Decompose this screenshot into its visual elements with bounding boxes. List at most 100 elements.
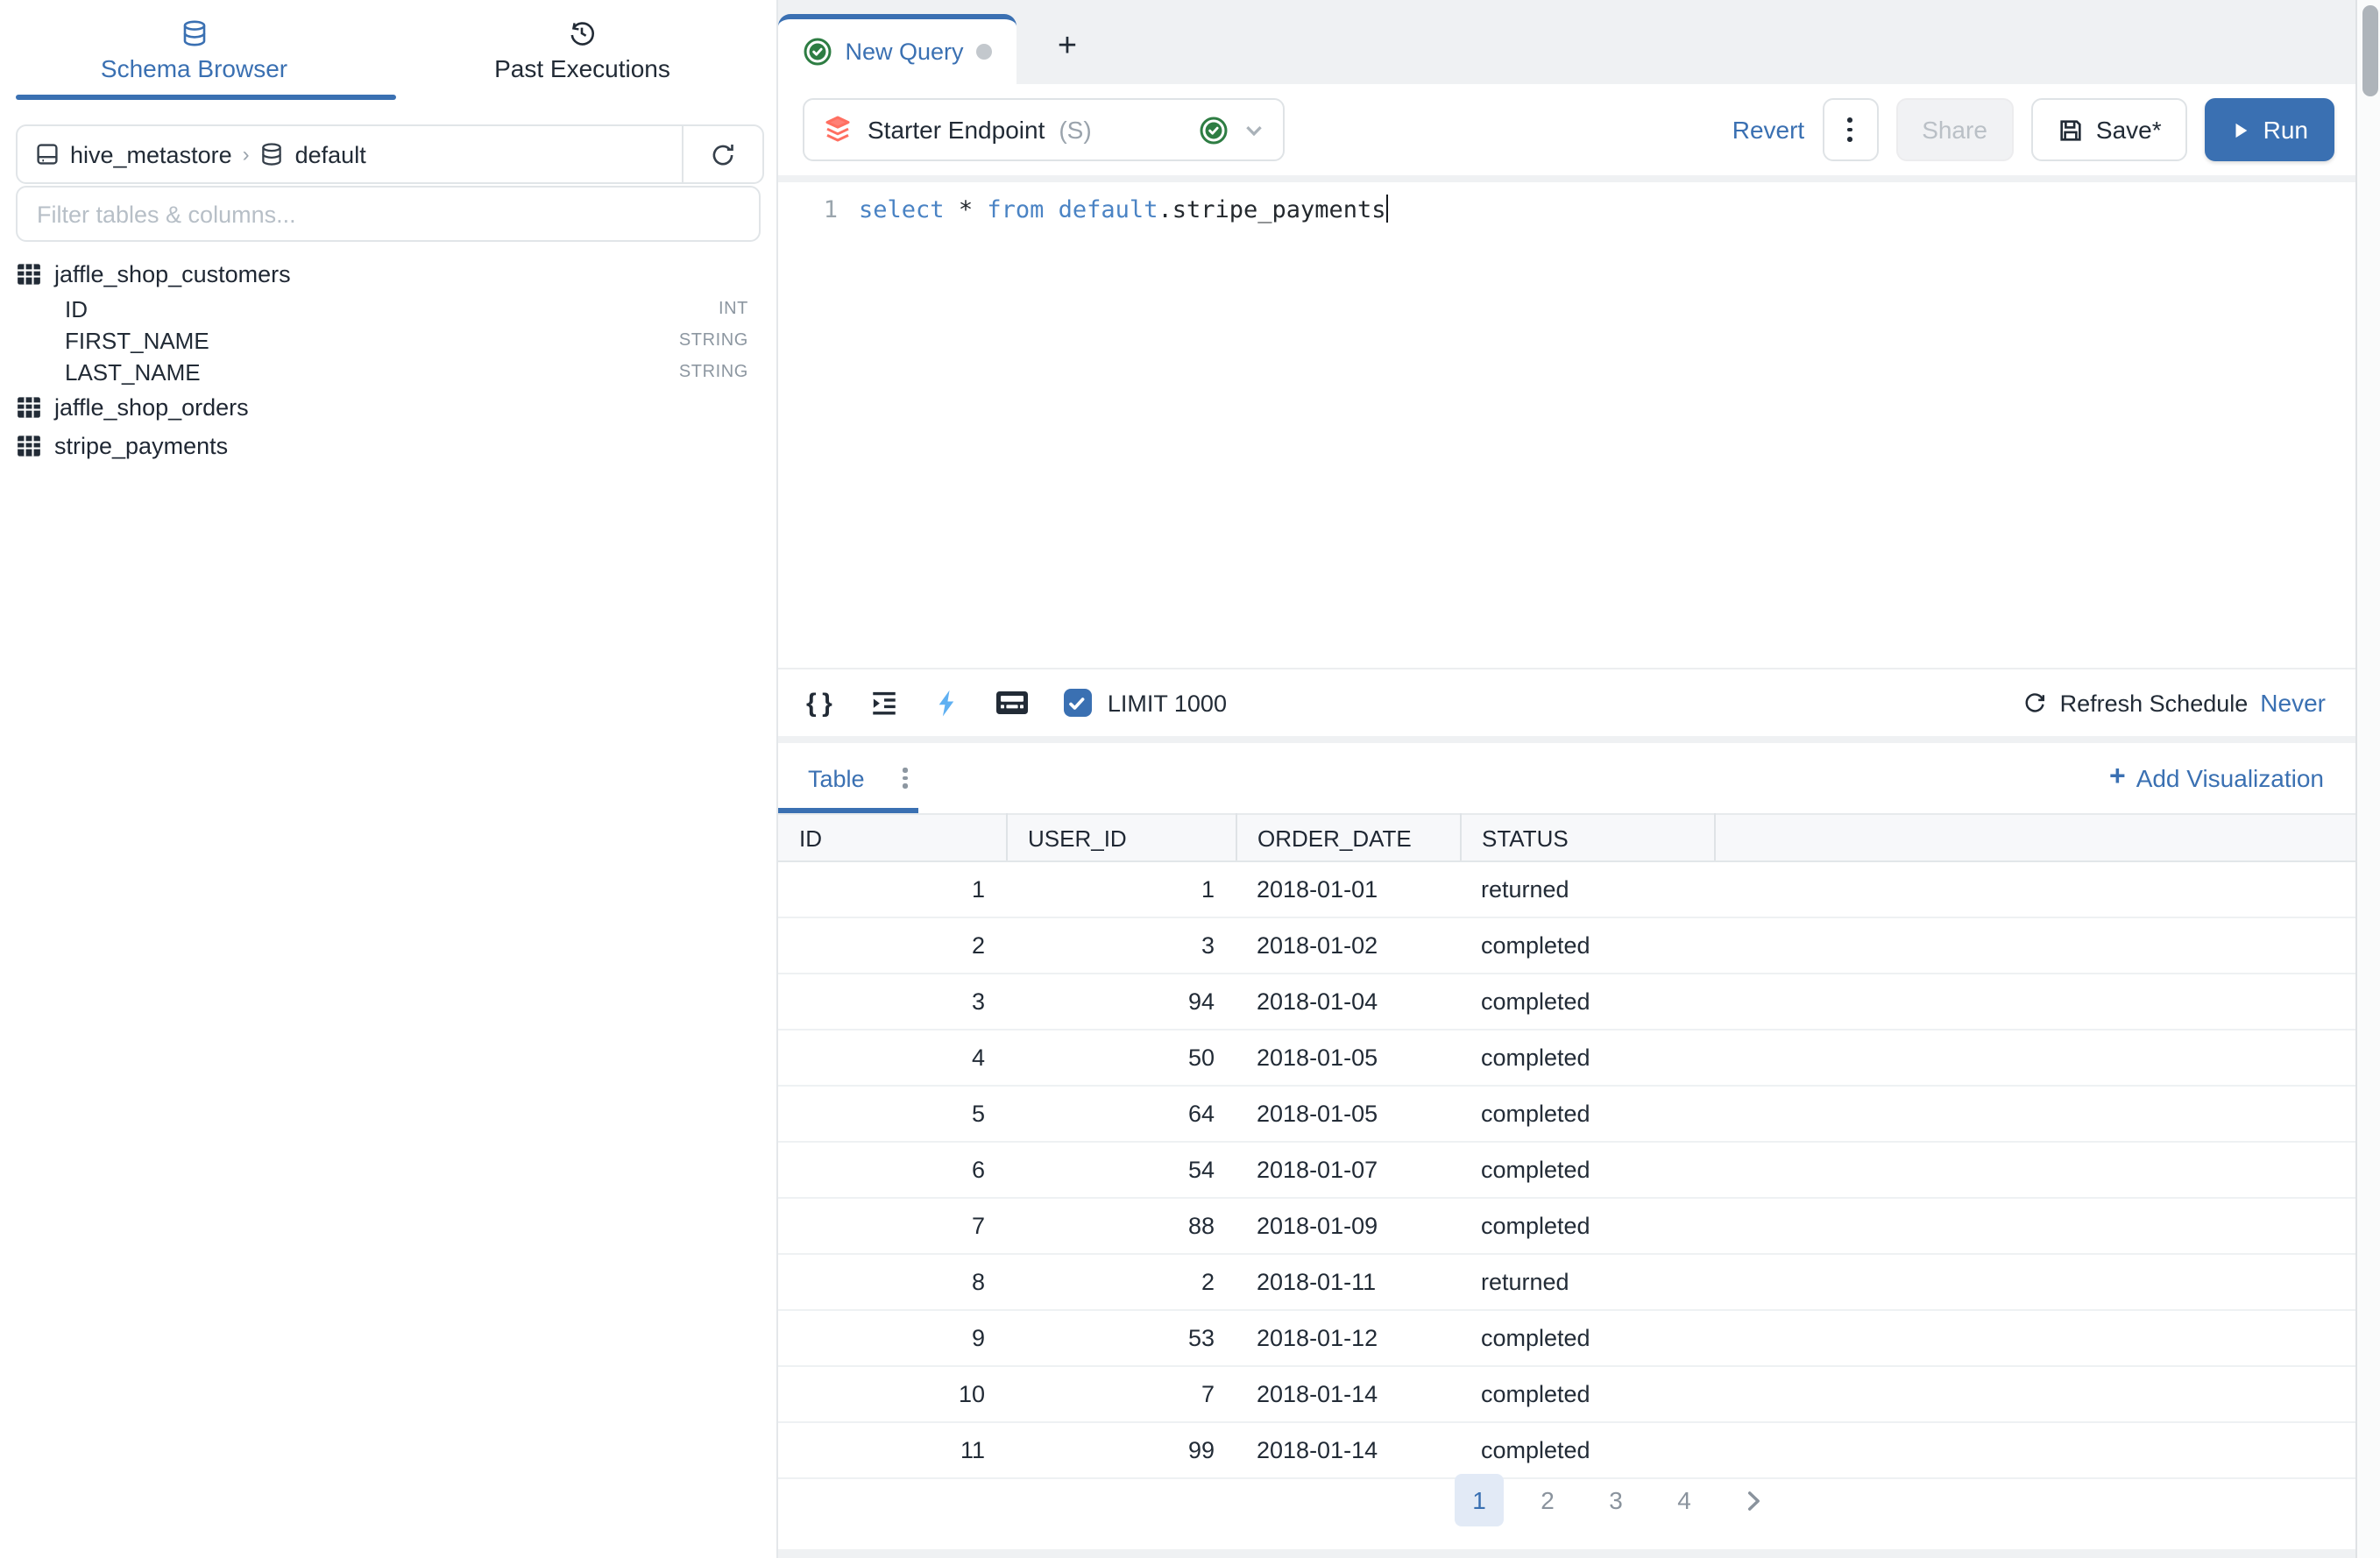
schema-table-item[interactable]: jaffle_shop_orders (0, 387, 776, 426)
page-button-3[interactable]: 3 (1591, 1474, 1640, 1526)
tab-schema-browser[interactable]: Schema Browser (0, 0, 388, 100)
cell-status: completed (1460, 1030, 1714, 1086)
table-row: 1072018-01-14completed (778, 1366, 2357, 1422)
cell-order_date: 2018-01-05 (1236, 1030, 1460, 1086)
refresh-schedule-label: Refresh Schedule (2060, 690, 2249, 716)
schema-column-item[interactable]: FIRST_NAME STRING (0, 324, 776, 356)
visualization-tabs: Table + Add Visualization (778, 743, 2357, 813)
column-header-user_id[interactable]: USER_ID (1006, 814, 1236, 861)
sql-token: select (859, 196, 945, 224)
sql-token: from (987, 196, 1044, 224)
refresh-schedule-icon (2023, 690, 2048, 715)
column-header-status[interactable]: STATUS (1460, 814, 1714, 861)
revert-link[interactable]: Revert (1732, 116, 1804, 144)
tab-table[interactable]: Table (808, 765, 865, 791)
table-grid-icon (16, 260, 42, 287)
query-toolbar: Starter Endpoint (S) Revert (778, 84, 2357, 175)
cell-user_id: 3 (1006, 917, 1236, 974)
endpoint-selector[interactable]: Starter Endpoint (S) (803, 98, 1285, 161)
cell-status: completed (1460, 1366, 1714, 1422)
column-header-empty (1714, 814, 2357, 861)
sql-code[interactable]: select * from default.stripe_payments (838, 195, 1389, 224)
add-visualization-label: Add Visualization (2136, 764, 2324, 792)
limit-toggle[interactable]: LIMIT 1000 (1064, 689, 1227, 717)
table-tab-kebab-icon[interactable] (903, 768, 908, 788)
table-row: 3942018-01-04completed (778, 974, 2357, 1030)
cell-order_date: 2018-01-12 (1236, 1310, 1460, 1366)
cell-status: completed (1460, 1086, 1714, 1142)
cell-user_id: 1 (1006, 861, 1236, 917)
toolbar-actions: Revert Share Save* (1732, 98, 2357, 161)
page-scrollbar[interactable] (2355, 0, 2380, 1558)
add-visualization-button[interactable]: + Add Visualization (2109, 762, 2324, 794)
tab-past-executions[interactable]: Past Executions (388, 0, 776, 100)
cell-empty (1714, 861, 2357, 917)
cell-status: completed (1460, 1422, 1714, 1478)
scrollbar-thumb[interactable] (2362, 5, 2377, 96)
schema-table-item[interactable]: jaffle_shop_customers (0, 254, 776, 293)
lightning-icon[interactable] (934, 688, 960, 718)
share-button[interactable]: Share (1895, 98, 2014, 161)
table-row: 5642018-01-05completed (778, 1086, 2357, 1142)
schema-column-name: ID (65, 295, 88, 322)
sql-token: .stripe_payments (1158, 196, 1385, 224)
breadcrumb-catalog[interactable]: hive_metastore (70, 141, 232, 167)
cell-user_id: 53 (1006, 1310, 1236, 1366)
endpoint-name: Starter Endpoint (868, 116, 1045, 144)
check-circle-icon (803, 37, 832, 67)
cell-empty (1714, 917, 2357, 974)
run-button[interactable]: Run (2206, 98, 2334, 161)
refresh-schema-button[interactable] (682, 126, 762, 182)
limit-checkbox[interactable] (1064, 689, 1092, 717)
cell-status: completed (1460, 1198, 1714, 1254)
cell-order_date: 2018-01-05 (1236, 1086, 1460, 1142)
limit-label: LIMIT 1000 (1108, 690, 1227, 716)
more-actions-button[interactable] (1822, 98, 1878, 161)
sql-editor[interactable]: 1 select * from default.stripe_payments (778, 182, 2357, 668)
schema-column-item[interactable]: LAST_NAMESTRING (0, 356, 776, 387)
endpoint-stack-icon (822, 114, 854, 145)
next-page-button[interactable] (1728, 1474, 1777, 1526)
cell-empty (1714, 1422, 2357, 1478)
column-header-order_date[interactable]: ORDER_DATE (1236, 814, 1460, 861)
active-tab-underline (16, 95, 396, 100)
schema-column-item[interactable]: IDINT (0, 293, 776, 324)
page-button-2[interactable]: 2 (1523, 1474, 1572, 1526)
plus-icon: + (2109, 762, 2126, 794)
save-button[interactable]: Save* (2031, 98, 2188, 161)
cell-id: 9 (778, 1310, 1006, 1366)
sidebar-tabs: Schema Browser Past Executions (0, 0, 776, 100)
schema-table-item[interactable]: stripe_payments (0, 426, 776, 464)
autocomplete-braces-icon[interactable]: { } (806, 688, 834, 718)
cell-empty (1714, 1198, 2357, 1254)
app: Schema Browser Past Executions (0, 0, 2380, 1558)
page-button-1[interactable]: 1 (1455, 1474, 1504, 1526)
keyboard-icon[interactable] (995, 690, 1029, 715)
tab-schema-browser-label: Schema Browser (101, 53, 287, 81)
table-row: 9532018-01-12completed (778, 1310, 2357, 1366)
schema-filter-input[interactable] (16, 186, 761, 242)
schema-column-name: FIRST_NAME (65, 327, 209, 353)
sql-token: default (1059, 196, 1158, 224)
breadcrumb[interactable]: hive_metastore › default (18, 141, 682, 167)
refresh-schedule-value[interactable]: Never (2260, 689, 2326, 717)
format-indent-icon[interactable] (869, 688, 899, 718)
query-tab-label: New Query (845, 39, 963, 65)
sql-token (1044, 196, 1058, 224)
tab-past-executions-label: Past Executions (494, 53, 670, 81)
database-icon (181, 18, 209, 46)
results-table: IDUSER_IDORDER_DATESTATUS 112018-01-01re… (778, 813, 2357, 1479)
breadcrumb-schema[interactable]: default (295, 141, 366, 167)
cell-user_id: 99 (1006, 1422, 1236, 1478)
column-header-id[interactable]: ID (778, 814, 1006, 861)
cell-id: 11 (778, 1422, 1006, 1478)
cell-empty (1714, 1310, 2357, 1366)
add-query-tab-button[interactable]: + (1041, 18, 1094, 77)
query-tab-new-query[interactable]: New Query (778, 14, 1016, 84)
page-button-4[interactable]: 4 (1660, 1474, 1709, 1526)
schema-column-type: STRING (679, 330, 748, 350)
table-row: 6542018-01-07completed (778, 1142, 2357, 1198)
schema-tree: jaffle_shop_customersIDINT FIRST_NAME STRI… (0, 254, 776, 464)
schema-column-name: LAST_NAME (65, 358, 201, 385)
cell-user_id: 50 (1006, 1030, 1236, 1086)
